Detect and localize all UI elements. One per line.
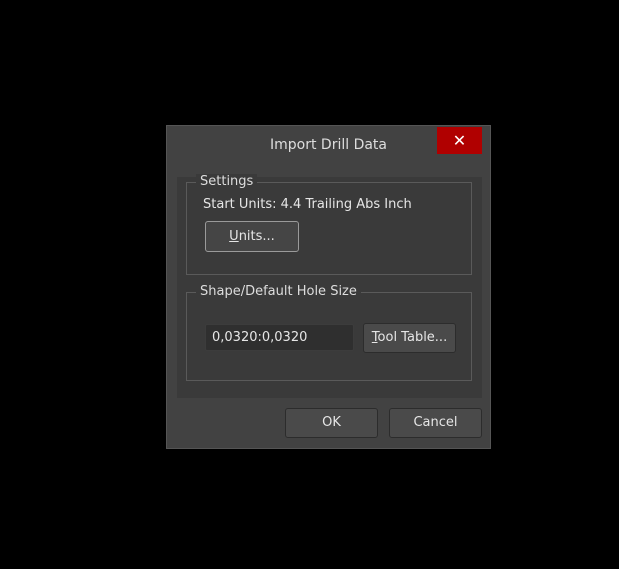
cancel-button[interactable]: Cancel <box>389 408 482 438</box>
hole-size-legend: Shape/Default Hole Size <box>196 284 361 299</box>
hole-size-input[interactable]: 0,0320:0,0320 <box>205 324 354 351</box>
import-drill-data-dialog: Import Drill Data ✕ Settings Start Units… <box>166 125 491 449</box>
settings-group: Settings Start Units: 4.4 Trailing Abs I… <box>186 174 472 275</box>
tool-table-label: ool Table... <box>377 330 448 345</box>
units-label: nits... <box>238 229 275 244</box>
start-units-text: Start Units: 4.4 Trailing Abs Inch <box>203 197 412 212</box>
close-button[interactable]: ✕ <box>437 127 482 154</box>
tool-table-button[interactable]: Tool Table... <box>363 323 456 353</box>
hole-size-group: Shape/Default Hole Size 0,0320:0,0320 To… <box>186 284 472 381</box>
ok-button[interactable]: OK <box>285 408 378 438</box>
content-panel: Settings Start Units: 4.4 Trailing Abs I… <box>177 174 482 398</box>
units-button[interactable]: Units... <box>205 221 299 252</box>
units-mnemonic: U <box>229 229 239 244</box>
settings-legend: Settings <box>196 174 258 189</box>
